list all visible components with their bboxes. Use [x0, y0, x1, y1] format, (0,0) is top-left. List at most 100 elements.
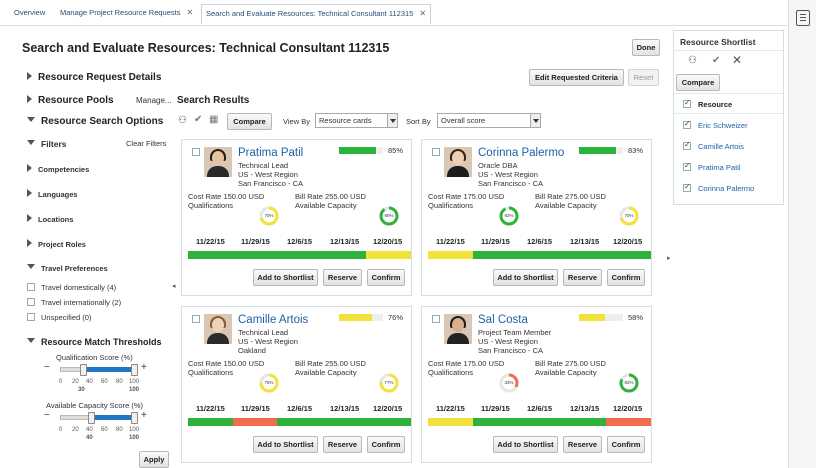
confirm-button[interactable]: Confirm	[607, 269, 645, 286]
shortlist-item[interactable]: Pratima Patil	[698, 163, 741, 172]
date-label: 12/6/15	[527, 237, 553, 246]
resource-name-link[interactable]: Sal Costa	[478, 314, 528, 326]
select-card-checkbox[interactable]	[432, 148, 440, 156]
add-to-shortlist-button[interactable]: Add to Shortlist	[493, 269, 558, 286]
resource-region: US - West Region	[478, 337, 538, 346]
date-label: 12/13/15	[330, 237, 360, 246]
shortlist-checkbox[interactable]	[683, 140, 691, 150]
people-add-icon[interactable]: ⚇	[178, 115, 187, 126]
reset-button[interactable]: Reset	[628, 69, 659, 86]
clear-filters-link[interactable]: Clear Filters	[126, 139, 166, 148]
capacity-max-handle[interactable]	[131, 412, 138, 424]
chevron-down-icon	[530, 114, 540, 127]
reserve-button[interactable]: Reserve	[563, 436, 602, 453]
shortlist-select-all-checkbox[interactable]	[683, 98, 691, 108]
resource-card: Pratima Patil Technical Lead US - West R…	[181, 139, 412, 296]
apply-button[interactable]: Apply	[139, 451, 169, 468]
check-circle-icon[interactable]: ✔	[712, 55, 720, 66]
expand-right-icon[interactable]: ▸	[667, 254, 671, 262]
add-to-shortlist-button[interactable]: Add to Shortlist	[253, 436, 318, 453]
slider-increase-icon[interactable]: +	[141, 410, 147, 421]
section-request-details[interactable]: Resource Request Details	[27, 72, 161, 83]
close-icon[interactable]: ✕	[186, 8, 193, 17]
done-button[interactable]: Done	[632, 39, 660, 56]
select-card-checkbox[interactable]	[432, 315, 440, 323]
shortlist-checkbox[interactable]	[683, 161, 691, 171]
grid-icon[interactable]: ▦	[209, 114, 218, 125]
capacity-slider-fill	[90, 415, 135, 420]
collapse-left-icon[interactable]: ◂	[172, 282, 176, 290]
tab-overview[interactable]: Overview	[14, 6, 45, 26]
shortlist-item[interactable]: Camille Artois	[698, 142, 744, 151]
view-by-select[interactable]: Resource cards	[315, 113, 398, 128]
edit-requested-criteria-button[interactable]: Edit Requested Criteria	[529, 69, 624, 86]
reserve-button[interactable]: Reserve	[563, 269, 602, 286]
availability-segment	[321, 251, 367, 259]
remove-icon[interactable]: ✕	[732, 53, 742, 67]
select-card-checkbox[interactable]	[192, 148, 200, 156]
confirm-button[interactable]: Confirm	[607, 436, 645, 453]
availability-segment	[232, 418, 278, 426]
shortlist-compare-button[interactable]: Compare	[676, 74, 720, 91]
travel-preferences-title[interactable]: Travel Preferences	[27, 264, 108, 273]
shortlist-checkbox[interactable]	[683, 119, 691, 129]
capacity-gauge-value: 82%	[624, 380, 634, 385]
availability-segment	[561, 251, 607, 259]
slider-decrease-icon[interactable]: −	[44, 362, 50, 373]
match-thresholds-title[interactable]: Resource Match Thresholds	[27, 337, 162, 347]
availability-bar	[188, 418, 411, 426]
compare-button[interactable]: Compare	[227, 113, 272, 130]
select-card-checkbox[interactable]	[192, 315, 200, 323]
capacity-min-handle[interactable]	[87, 412, 95, 424]
confirm-button[interactable]: Confirm	[367, 269, 405, 286]
people-add-icon[interactable]: ⚇	[688, 55, 697, 66]
availability-segment	[277, 418, 322, 426]
qualification-gauge-value: 92%	[504, 213, 514, 218]
reserve-button[interactable]: Reserve	[323, 269, 362, 286]
tab-manage-requests[interactable]: Manage Project Resource Requests ✕	[60, 6, 193, 26]
close-icon[interactable]: ✕	[419, 9, 426, 18]
resource-name-link[interactable]: Pratima Patil	[238, 147, 303, 159]
cost-rate-block: Cost Rate 175.00 USD Qualifications	[428, 359, 505, 377]
availability-segment	[188, 418, 233, 426]
resource-name-link[interactable]: Camille Artois	[238, 314, 308, 326]
availability-segment	[561, 418, 607, 426]
shortlist-checkbox[interactable]	[683, 182, 691, 192]
qual-tick: 40	[86, 379, 93, 385]
sort-by-select[interactable]: Overall score	[437, 113, 541, 128]
availability-dates: 11/22/15 11/29/15 12/6/15 12/13/15 12/20/15	[182, 404, 413, 414]
filter-group-languages[interactable]: Languages	[27, 189, 78, 199]
resource-city: Oakland	[238, 346, 266, 355]
panel-menu-icon[interactable]	[796, 10, 810, 26]
travel-international-checkbox[interactable]	[27, 298, 35, 306]
shortlist-item[interactable]: Eric Schweizer	[698, 121, 748, 130]
reserve-button[interactable]: Reserve	[323, 436, 362, 453]
qual-tick: 20	[72, 379, 79, 385]
filter-group-locations[interactable]: Locations	[27, 214, 73, 224]
section-resource-pools[interactable]: Resource Pools	[27, 95, 114, 106]
availability-bar	[428, 418, 651, 426]
date-label: 12/20/15	[373, 404, 403, 413]
travel-domestic-checkbox[interactable]	[27, 283, 35, 291]
filter-group-competencies[interactable]: Competencies	[27, 164, 89, 174]
expand-triangle-icon	[27, 95, 32, 103]
qualification-min-handle[interactable]	[80, 364, 88, 376]
shortlist-item[interactable]: Corinna Palermo	[698, 184, 754, 193]
overall-score-bar	[339, 147, 383, 154]
filter-group-project-roles[interactable]: Project Roles	[27, 239, 86, 249]
add-to-shortlist-button[interactable]: Add to Shortlist	[493, 436, 558, 453]
check-circle-icon[interactable]: ✔	[194, 114, 202, 125]
slider-increase-icon[interactable]: +	[141, 362, 147, 373]
availability-segment	[517, 418, 562, 426]
tab-search-evaluate[interactable]: Search and Evaluate Resources: Technical…	[201, 4, 432, 24]
resource-name-link[interactable]: Corinna Palermo	[478, 147, 564, 159]
manage-link[interactable]: Manage...	[136, 96, 172, 105]
travel-unspecified-checkbox[interactable]	[27, 313, 35, 321]
slider-decrease-icon[interactable]: −	[44, 410, 50, 421]
date-label: 12/20/15	[613, 404, 643, 413]
add-to-shortlist-button[interactable]: Add to Shortlist	[253, 269, 318, 286]
cap-max-value: 100	[129, 435, 140, 441]
qualification-max-handle[interactable]	[131, 364, 138, 376]
confirm-button[interactable]: Confirm	[367, 436, 405, 453]
section-search-options[interactable]: Resource Search Options	[27, 116, 163, 127]
